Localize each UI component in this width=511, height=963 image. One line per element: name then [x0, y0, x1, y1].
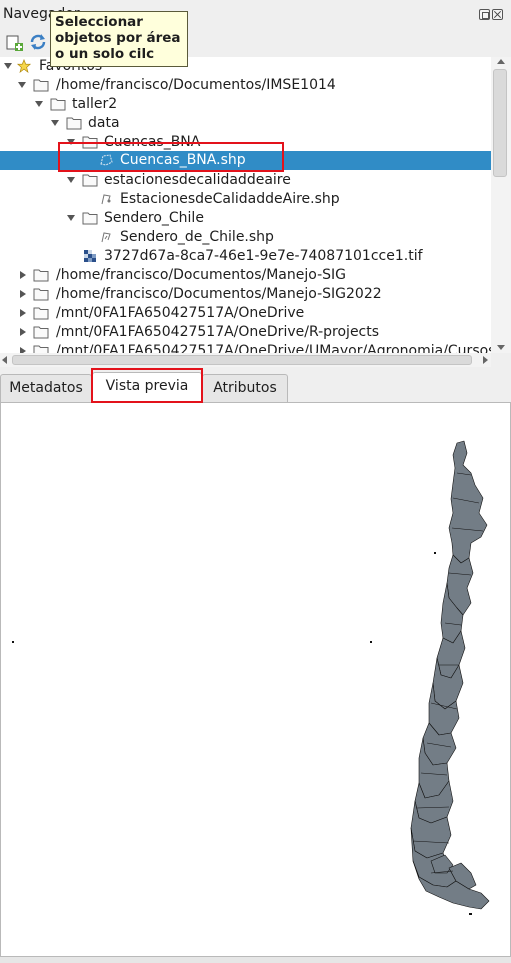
tree-item-layer-selected[interactable]: Cuencas_BNA.shp: [0, 151, 491, 170]
tree-item-folder[interactable]: data: [0, 114, 491, 133]
tree-item-label: Cuencas_BNA: [104, 134, 201, 150]
scrollbar-thumb[interactable]: [493, 69, 507, 177]
tree-item-layer[interactable]: EstacionesdeCalidaddeAire.shp: [0, 190, 491, 209]
tree-item-label: data: [88, 115, 120, 131]
expand-arrow-icon[interactable]: [51, 120, 59, 126]
folder-icon: [66, 117, 82, 130]
tree-item-layer[interactable]: 3727d67a-8ca7-46e1-9e7e-74087101cce1.tif: [0, 247, 491, 266]
expand-arrow-icon[interactable]: [35, 101, 43, 107]
folder-icon: [33, 326, 49, 339]
folder-icon: [50, 98, 66, 111]
folder-icon: [33, 345, 49, 353]
folder-icon: [82, 212, 98, 225]
tree-item-label: /home/francisco/Documentos/Manejo-SIG: [56, 267, 347, 283]
folder-icon: [33, 307, 49, 320]
collapse-arrow-icon[interactable]: [20, 271, 26, 279]
tree-item-label: /mnt/0FA1FA650427517A/OneDrive: [56, 305, 305, 321]
tree-item-layer[interactable]: Sendero_de_Chile.shp: [0, 228, 491, 247]
add-layer-icon[interactable]: [4, 32, 24, 52]
tree-item-folder[interactable]: taller2: [0, 95, 491, 114]
tab-vista-previa[interactable]: Vista previa: [92, 372, 202, 403]
folder-icon: [33, 269, 49, 282]
tree-item-folder[interactable]: /mnt/0FA1FA650427517A/OneDrive/UMayor/Ag…: [0, 342, 491, 353]
tooltip: Seleccionar objetos por área o un solo c…: [50, 11, 188, 67]
tree-item-folder[interactable]: /home/francisco/Documentos/Manejo-SIG202…: [0, 285, 491, 304]
polygon-layer-icon: [100, 154, 113, 166]
line-layer-icon: [101, 232, 111, 243]
tree-vertical-scrollbar[interactable]: [491, 57, 511, 353]
folder-icon: [82, 136, 98, 149]
tree-item-label: /home/francisco/Documentos/Manejo-SIG202…: [56, 286, 382, 302]
tree-item-folder[interactable]: /home/francisco/Documentos/IMSE1014: [0, 76, 491, 95]
island-dot: [469, 913, 472, 915]
tree-item-label: Sendero_de_Chile.shp: [120, 229, 274, 245]
refresh-icon[interactable]: [28, 32, 48, 52]
basin-polygon: [448, 440, 488, 564]
scrollbar-thumb[interactable]: [12, 355, 472, 365]
expand-arrow-icon[interactable]: [4, 63, 12, 69]
scroll-down-icon[interactable]: [497, 345, 505, 350]
tree-item-label: /mnt/0FA1FA650427517A/OneDrive/R-project…: [56, 324, 380, 340]
island-dot: [12, 641, 14, 643]
star-icon: [16, 59, 32, 73]
collapse-arrow-icon[interactable]: [20, 328, 26, 336]
float-panel-icon[interactable]: [479, 9, 490, 20]
tree-horizontal-scrollbar[interactable]: [0, 353, 491, 367]
scroll-right-icon[interactable]: [483, 356, 488, 364]
collapse-arrow-icon[interactable]: [20, 309, 26, 317]
expand-arrow-icon[interactable]: [67, 177, 75, 183]
expand-arrow-icon[interactable]: [67, 139, 75, 145]
tree-item-folder[interactable]: /home/francisco/Documentos/Manejo-SIG: [0, 266, 491, 285]
tab-atributos[interactable]: Atributos: [202, 374, 288, 402]
scroll-up-icon[interactable]: [497, 59, 505, 64]
raster-icon: [84, 250, 96, 262]
detail-tabs: Metadatos Vista previa Atributos: [0, 372, 511, 403]
folder-icon: [33, 79, 49, 92]
tree-item-folder[interactable]: /mnt/0FA1FA650427517A/OneDrive/R-project…: [0, 323, 491, 342]
tree-item-folder[interactable]: Cuencas_BNA: [0, 133, 491, 152]
island-dot: [434, 552, 436, 554]
tree-item-label: Cuencas_BNA.shp: [120, 152, 246, 168]
folder-icon: [33, 288, 49, 301]
browser-tree[interactable]: Favoritos /home/francisco/Documentos/IMS…: [0, 57, 491, 353]
tree-item-label: Sendero_Chile: [104, 210, 204, 226]
scroll-left-icon[interactable]: [2, 356, 7, 364]
expand-arrow-icon[interactable]: [67, 215, 75, 221]
tree-item-folder[interactable]: /mnt/0FA1FA650427517A/OneDrive: [0, 304, 491, 323]
close-panel-icon[interactable]: [492, 9, 503, 20]
tree-item-folder[interactable]: estacionesdecalidaddeaire: [0, 171, 491, 190]
tree-item-folder[interactable]: Sendero_Chile: [0, 209, 491, 228]
tree-item-label: 3727d67a-8ca7-46e1-9e7e-74087101cce1.tif: [104, 248, 423, 264]
tree-item-label: /mnt/0FA1FA650427517A/OneDrive/UMayor/Ag…: [56, 343, 491, 353]
tab-metadatos[interactable]: Metadatos: [0, 374, 92, 402]
map-preview[interactable]: [0, 402, 511, 957]
folder-icon: [82, 174, 98, 187]
chile-basins-map: [12, 440, 490, 915]
island-dot: [370, 641, 372, 643]
point-layer-icon: [101, 194, 111, 205]
tree-item-label: estacionesdecalidaddeaire: [104, 172, 291, 188]
collapse-arrow-icon[interactable]: [20, 290, 26, 298]
expand-arrow-icon[interactable]: [18, 82, 26, 88]
panel-bottom-border: [0, 957, 511, 963]
tree-item-label: /home/francisco/Documentos/IMSE1014: [56, 77, 336, 93]
tree-item-label: taller2: [72, 96, 118, 112]
tree-item-label: EstacionesdeCalidaddeAire.shp: [120, 191, 340, 207]
